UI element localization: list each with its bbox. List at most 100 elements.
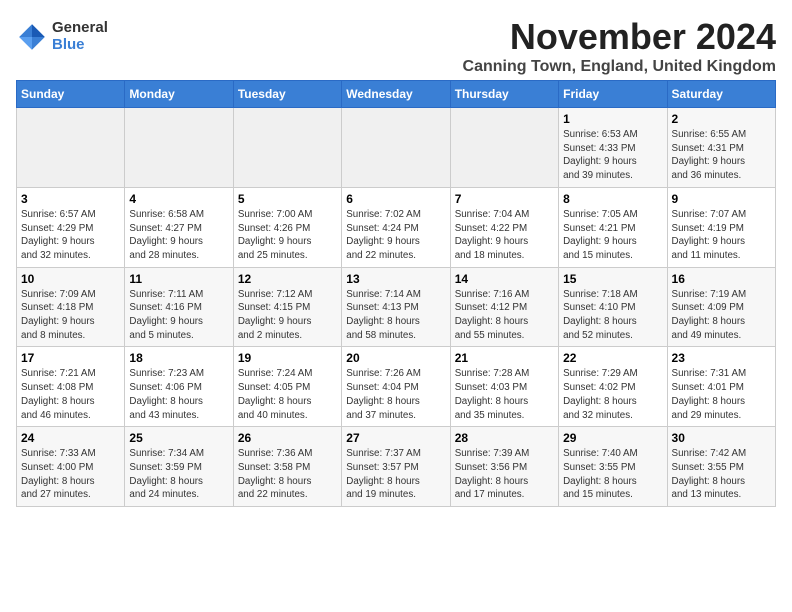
day-cell: 19 Sunrise: 7:24 AM Sunset: 4:05 PM Dayli…	[233, 347, 341, 427]
day-cell: 16 Sunrise: 7:19 AM Sunset: 4:09 PM Dayli…	[667, 267, 775, 347]
day-number: 19	[238, 351, 337, 365]
day-info: Sunrise: 7:14 AM Sunset: 4:13 PM Dayligh…	[346, 288, 445, 343]
day-cell: 4Sunrise: 6:58 AM Sunset: 4:27 PM Daylig…	[125, 187, 233, 267]
day-cell	[342, 108, 450, 188]
day-info: Sunrise: 7:40 AM Sunset: 3:55 PM Dayligh…	[563, 447, 662, 502]
day-cell: 5 Sunrise: 7:00 AM Sunset: 4:26 PM Daylig…	[233, 187, 341, 267]
day-number: 17	[21, 351, 120, 365]
header-cell-wednesday: Wednesday	[342, 81, 450, 108]
day-info: Sunrise: 7:11 AM Sunset: 4:16 PM Dayligh…	[129, 288, 228, 343]
day-number: 25	[129, 431, 228, 445]
day-info: Sunrise: 7:34 AM Sunset: 3:59 PM Dayligh…	[129, 447, 228, 502]
day-info: Sunrise: 7:19 AM Sunset: 4:09 PM Dayligh…	[672, 288, 771, 343]
day-cell: 11 Sunrise: 7:11 AM Sunset: 4:16 PM Dayli…	[125, 267, 233, 347]
day-cell: 10Sunrise: 7:09 AM Sunset: 4:18 PM Dayli…	[17, 267, 125, 347]
day-number: 26	[238, 431, 337, 445]
day-info: Sunrise: 7:26 AM Sunset: 4:04 PM Dayligh…	[346, 367, 445, 422]
day-cell: 22 Sunrise: 7:29 AM Sunset: 4:02 PM Dayli…	[559, 347, 667, 427]
header-cell-sunday: Sunday	[17, 81, 125, 108]
day-number: 9	[672, 192, 771, 206]
week-row-0: 1 Sunrise: 6:53 AM Sunset: 4:33 PM Daylig…	[17, 108, 776, 188]
day-number: 29	[563, 431, 662, 445]
week-row-1: 3 Sunrise: 6:57 AM Sunset: 4:29 PM Daylig…	[17, 187, 776, 267]
day-info: Sunrise: 6:55 AM Sunset: 4:31 PM Dayligh…	[672, 128, 771, 183]
day-info: Sunrise: 6:53 AM Sunset: 4:33 PM Dayligh…	[563, 128, 662, 183]
day-info: Sunrise: 7:21 AM Sunset: 4:08 PM Dayligh…	[21, 367, 120, 422]
day-number: 14	[455, 272, 554, 286]
day-number: 30	[672, 431, 771, 445]
header-cell-tuesday: Tuesday	[233, 81, 341, 108]
day-number: 13	[346, 272, 445, 286]
day-cell: 13 Sunrise: 7:14 AM Sunset: 4:13 PM Dayli…	[342, 267, 450, 347]
header-cell-saturday: Saturday	[667, 81, 775, 108]
logo-general: General	[52, 20, 108, 37]
day-cell: 20 Sunrise: 7:26 AM Sunset: 4:04 PM Dayli…	[342, 347, 450, 427]
day-cell: 6Sunrise: 7:02 AM Sunset: 4:24 PM Daylig…	[342, 187, 450, 267]
day-info: Sunrise: 7:23 AM Sunset: 4:06 PM Dayligh…	[129, 367, 228, 422]
day-info: Sunrise: 7:24 AM Sunset: 4:05 PM Dayligh…	[238, 367, 337, 422]
day-cell: 29 Sunrise: 7:40 AM Sunset: 3:55 PM Dayli…	[559, 427, 667, 507]
day-cell: 25 Sunrise: 7:34 AM Sunset: 3:59 PM Dayli…	[125, 427, 233, 507]
day-number: 20	[346, 351, 445, 365]
title-section: November 2024 Canning Town, England, Uni…	[463, 16, 776, 76]
week-row-2: 10Sunrise: 7:09 AM Sunset: 4:18 PM Dayli…	[17, 267, 776, 347]
day-info: Sunrise: 7:00 AM Sunset: 4:26 PM Dayligh…	[238, 208, 337, 263]
day-number: 21	[455, 351, 554, 365]
day-info: Sunrise: 7:18 AM Sunset: 4:10 PM Dayligh…	[563, 288, 662, 343]
day-info: Sunrise: 7:39 AM Sunset: 3:56 PM Dayligh…	[455, 447, 554, 502]
day-cell: 23Sunrise: 7:31 AM Sunset: 4:01 PM Dayli…	[667, 347, 775, 427]
day-number: 11	[129, 272, 228, 286]
day-cell	[450, 108, 558, 188]
day-cell	[17, 108, 125, 188]
day-info: Sunrise: 7:42 AM Sunset: 3:55 PM Dayligh…	[672, 447, 771, 502]
day-cell: 24 Sunrise: 7:33 AM Sunset: 4:00 PM Dayli…	[17, 427, 125, 507]
calendar-header: SundayMondayTuesdayWednesdayThursdayFrid…	[17, 81, 776, 108]
day-info: Sunrise: 7:04 AM Sunset: 4:22 PM Dayligh…	[455, 208, 554, 263]
day-number: 10	[21, 272, 120, 286]
day-number: 2	[672, 112, 771, 126]
day-number: 24	[21, 431, 120, 445]
header-cell-monday: Monday	[125, 81, 233, 108]
day-info: Sunrise: 7:29 AM Sunset: 4:02 PM Dayligh…	[563, 367, 662, 422]
day-cell: 18 Sunrise: 7:23 AM Sunset: 4:06 PM Dayli…	[125, 347, 233, 427]
calendar-body: 1 Sunrise: 6:53 AM Sunset: 4:33 PM Daylig…	[17, 108, 776, 507]
day-cell: 21Sunrise: 7:28 AM Sunset: 4:03 PM Dayli…	[450, 347, 558, 427]
header-row: SundayMondayTuesdayWednesdayThursdayFrid…	[17, 81, 776, 108]
day-info: Sunrise: 7:05 AM Sunset: 4:21 PM Dayligh…	[563, 208, 662, 263]
day-cell	[125, 108, 233, 188]
day-info: Sunrise: 6:57 AM Sunset: 4:29 PM Dayligh…	[21, 208, 120, 263]
day-number: 3	[21, 192, 120, 206]
logo-text: General Blue	[52, 20, 108, 53]
day-cell: 14 Sunrise: 7:16 AM Sunset: 4:12 PM Dayli…	[450, 267, 558, 347]
logo-icon	[16, 21, 48, 53]
week-row-3: 17 Sunrise: 7:21 AM Sunset: 4:08 PM Dayli…	[17, 347, 776, 427]
logo: General Blue	[16, 20, 108, 53]
header: General Blue November 2024 Canning Town,…	[16, 16, 776, 76]
day-info: Sunrise: 7:37 AM Sunset: 3:57 PM Dayligh…	[346, 447, 445, 502]
day-number: 5	[238, 192, 337, 206]
day-info: Sunrise: 7:33 AM Sunset: 4:00 PM Dayligh…	[21, 447, 120, 502]
day-cell: 2 Sunrise: 6:55 AM Sunset: 4:31 PM Daylig…	[667, 108, 775, 188]
day-number: 8	[563, 192, 662, 206]
day-number: 22	[563, 351, 662, 365]
day-cell: 27 Sunrise: 7:37 AM Sunset: 3:57 PM Dayli…	[342, 427, 450, 507]
day-info: Sunrise: 7:16 AM Sunset: 4:12 PM Dayligh…	[455, 288, 554, 343]
day-number: 23	[672, 351, 771, 365]
day-info: Sunrise: 7:02 AM Sunset: 4:24 PM Dayligh…	[346, 208, 445, 263]
header-cell-thursday: Thursday	[450, 81, 558, 108]
week-row-4: 24 Sunrise: 7:33 AM Sunset: 4:00 PM Dayli…	[17, 427, 776, 507]
month-title: November 2024	[463, 16, 776, 58]
day-number: 18	[129, 351, 228, 365]
header-cell-friday: Friday	[559, 81, 667, 108]
day-number: 16	[672, 272, 771, 286]
day-cell: 12Sunrise: 7:12 AM Sunset: 4:15 PM Dayli…	[233, 267, 341, 347]
day-number: 15	[563, 272, 662, 286]
day-cell: 15 Sunrise: 7:18 AM Sunset: 4:10 PM Dayli…	[559, 267, 667, 347]
day-cell: 26 Sunrise: 7:36 AM Sunset: 3:58 PM Dayli…	[233, 427, 341, 507]
day-info: Sunrise: 7:07 AM Sunset: 4:19 PM Dayligh…	[672, 208, 771, 263]
day-number: 28	[455, 431, 554, 445]
day-number: 27	[346, 431, 445, 445]
day-info: Sunrise: 7:36 AM Sunset: 3:58 PM Dayligh…	[238, 447, 337, 502]
day-cell: 17 Sunrise: 7:21 AM Sunset: 4:08 PM Dayli…	[17, 347, 125, 427]
day-number: 1	[563, 112, 662, 126]
